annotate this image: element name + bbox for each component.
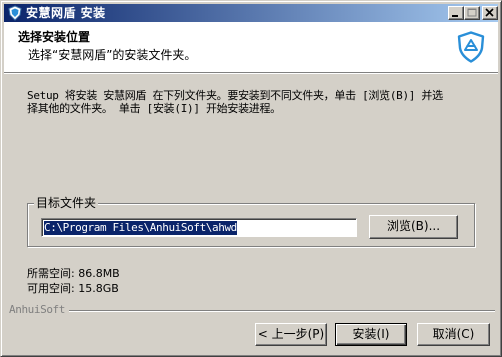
header-divider [4, 72, 498, 74]
page-subtitle: 选择“安慧网盾”的安装文件夹。 [28, 48, 197, 62]
cancel-button[interactable]: 取消(C) [417, 323, 490, 346]
space-required: 所需空间: 86.8MB [27, 267, 120, 280]
title-bar[interactable]: 安慧网盾 安装 [4, 4, 498, 22]
app-shield-icon [8, 5, 22, 21]
instructions-text: Setup 将安装 安慧网盾 在下列文件夹。要安装到不同文件夹，单击 [浏览(B… [27, 89, 443, 115]
close-button[interactable] [482, 6, 498, 20]
back-button[interactable]: < 上一步(P) [255, 323, 327, 346]
window-title: 安慧网盾 安装 [26, 6, 106, 20]
destination-folder-label: 目标文件夹 [34, 196, 99, 210]
minimize-button[interactable] [448, 6, 464, 20]
browse-button[interactable]: 浏览(B)... [369, 215, 458, 239]
install-path-input[interactable]: C:\Program Files\AnhuiSoft\ahwd [41, 218, 357, 237]
brand-label: AnhuiSoft [9, 304, 70, 316]
install-path-value: C:\Program Files\AnhuiSoft\ahwd [44, 221, 237, 235]
maximize-icon [467, 8, 477, 17]
page-header: 选择安装位置 选择“安慧网盾”的安装文件夹。 [4, 22, 498, 72]
install-button[interactable]: 安装(I) [335, 323, 407, 346]
maximize-button[interactable] [464, 6, 480, 20]
minimize-icon [452, 15, 458, 17]
close-icon [485, 8, 494, 17]
footer-divider [9, 310, 495, 312]
installer-window: 安慧网盾 安装 选择安装位置 选择“安慧网盾”的安装文件夹。 Setup 将安装… [0, 0, 502, 357]
shield-icon [457, 31, 485, 63]
space-available: 可用空间: 15.8GB [27, 282, 119, 295]
page-title: 选择安装位置 [18, 30, 91, 44]
